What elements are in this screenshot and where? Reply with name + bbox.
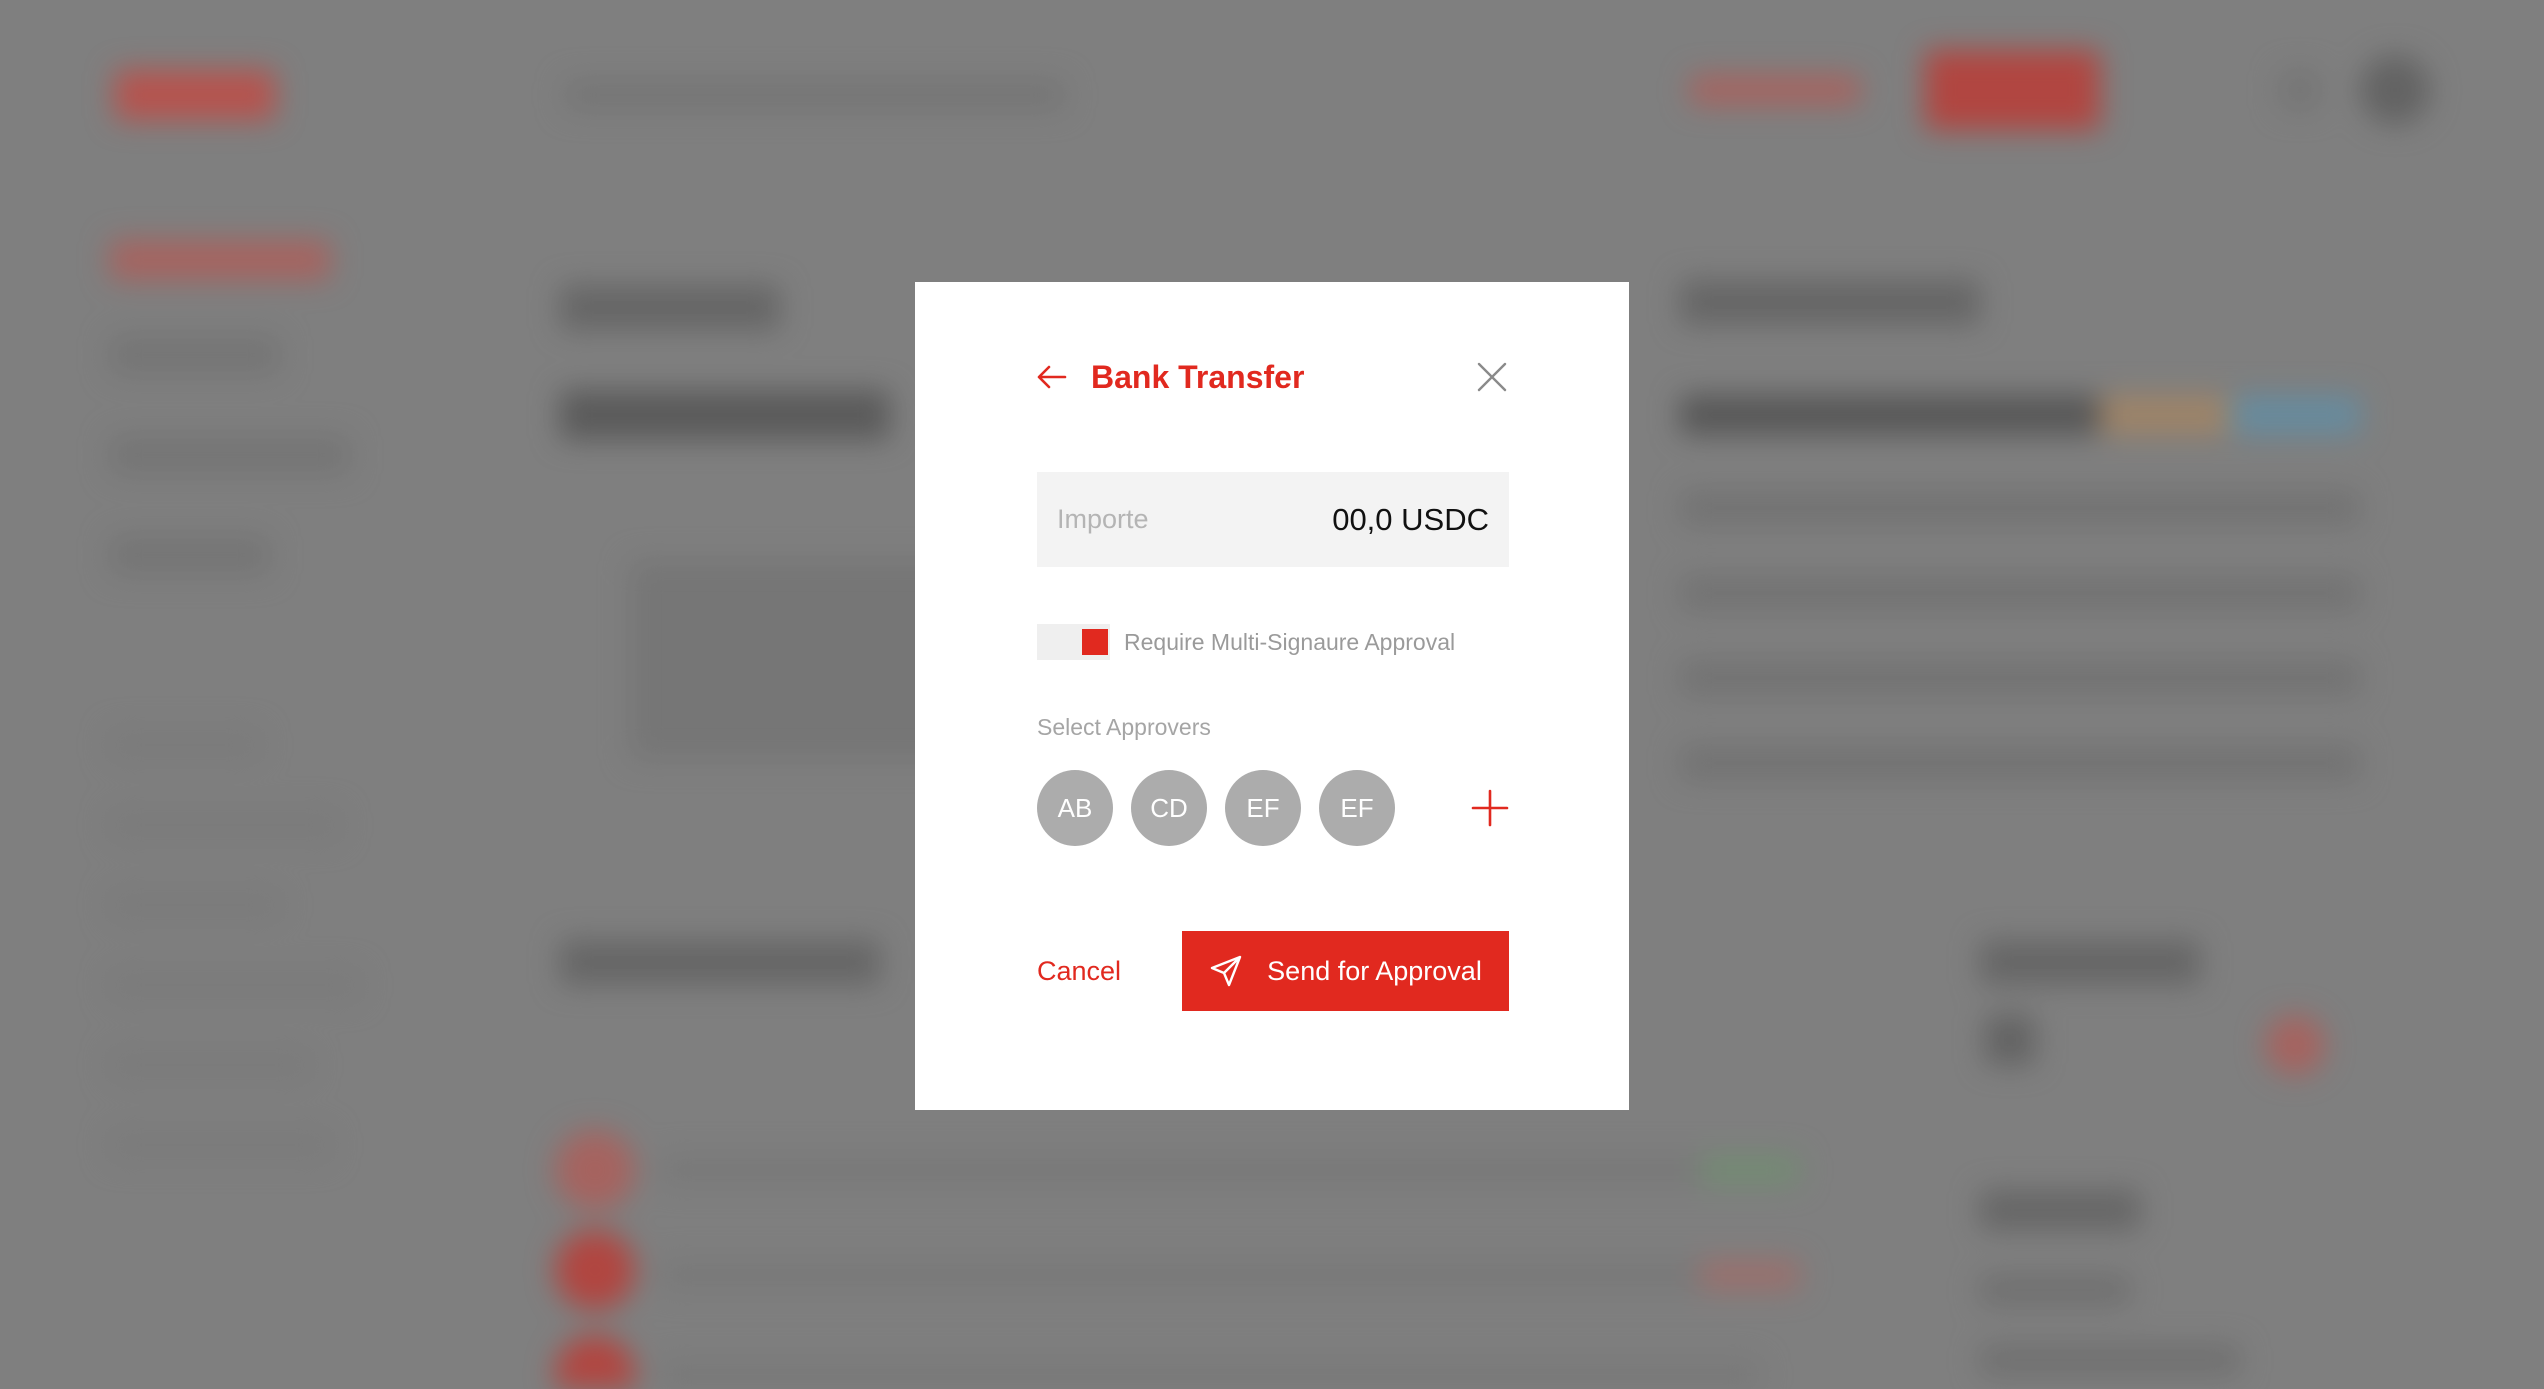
dialog-title: Bank Transfer (1091, 358, 1305, 395)
multisig-toggle[interactable] (1037, 624, 1110, 660)
close-icon[interactable] (1475, 360, 1509, 394)
amount-label: Importe (1057, 504, 1149, 534)
approver-avatar[interactable]: CD (1131, 770, 1207, 846)
amount-value: 00,0 USDC (1332, 501, 1489, 537)
multisig-toggle-row: Require Multi-Signaure Approval (1037, 624, 1455, 660)
dialog-actions: Cancel Send for Approval (1037, 931, 1509, 1011)
plus-icon[interactable] (1471, 789, 1509, 827)
approvers-list: AB CD EF EF (1037, 770, 1509, 846)
approver-avatar[interactable]: AB (1037, 770, 1113, 846)
paper-plane-icon (1210, 955, 1242, 987)
send-button-label: Send for Approval (1267, 955, 1482, 986)
send-for-approval-button[interactable]: Send for Approval (1182, 931, 1509, 1011)
approvers-label: Select Approvers (1037, 714, 1211, 740)
approver-avatar[interactable]: EF (1225, 770, 1301, 846)
dialog-header: Bank Transfer (1037, 352, 1509, 402)
cancel-button[interactable]: Cancel (1037, 956, 1121, 987)
toggle-knob (1082, 629, 1108, 655)
arrow-left-icon[interactable] (1037, 362, 1067, 392)
approver-avatar[interactable]: EF (1319, 770, 1395, 846)
amount-input[interactable]: Importe 00,0 USDC (1037, 472, 1509, 567)
bank-transfer-dialog: Bank Transfer Importe 00,0 USDC Require … (915, 282, 1629, 1110)
multisig-toggle-label: Require Multi-Signaure Approval (1124, 628, 1456, 655)
